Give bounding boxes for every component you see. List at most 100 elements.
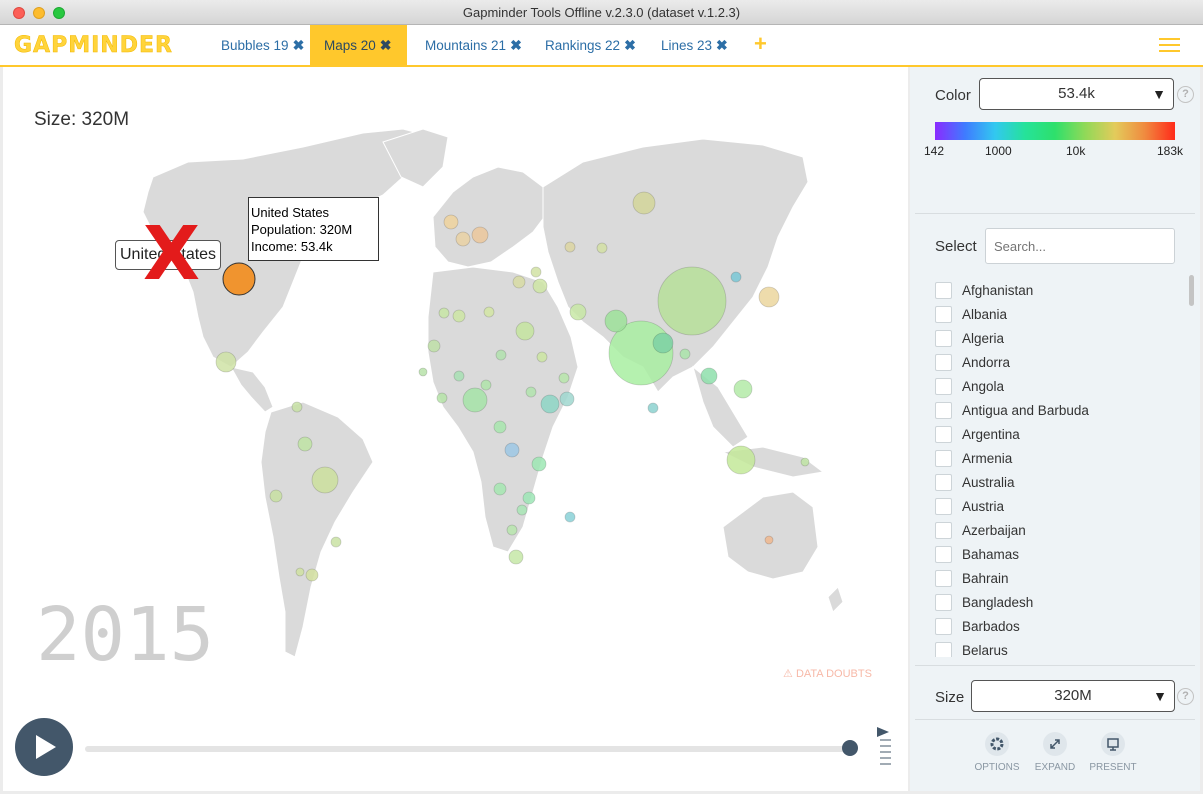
add-tab-icon[interactable]: + bbox=[754, 31, 767, 57]
size-dropdown[interactable]: 320M ▼ bbox=[971, 680, 1175, 712]
close-tab-icon[interactable]: ✖ bbox=[293, 37, 305, 53]
expand-icon bbox=[1043, 732, 1067, 756]
tab-rankings[interactable]: Rankings 22 ✖ bbox=[531, 25, 650, 65]
country-checkbox[interactable] bbox=[935, 378, 952, 395]
remove-label-icon[interactable]: X bbox=[143, 217, 200, 291]
side-panel: Color 53.4k ▼ ? 142 1000 10k 183k Select… bbox=[910, 67, 1200, 791]
country-item[interactable]: Afghanistan bbox=[934, 279, 1184, 303]
tab-lines[interactable]: Lines 23 ✖ bbox=[647, 25, 742, 65]
window-title: Gapminder Tools Offline v.2.3.0 (dataset… bbox=[462, 5, 741, 20]
options-label: OPTIONS bbox=[974, 762, 1020, 773]
country-checkbox[interactable] bbox=[935, 426, 952, 443]
close-tab-icon[interactable]: ✖ bbox=[716, 37, 728, 53]
tooltip-income: Income: 53.4k bbox=[251, 239, 333, 254]
country-item[interactable]: Antigua and Barbuda bbox=[934, 399, 1184, 423]
select-label: Select bbox=[935, 238, 977, 255]
color-tick: 183k bbox=[1157, 144, 1184, 158]
play-button[interactable] bbox=[15, 718, 73, 776]
gapminder-logo[interactable]: GAPMINDER bbox=[14, 33, 173, 59]
divider bbox=[915, 213, 1195, 214]
dropdown-arrow-icon: ▼ bbox=[1152, 86, 1166, 102]
color-help-icon[interactable]: ? bbox=[1177, 86, 1194, 103]
play-icon bbox=[36, 735, 56, 759]
country-search-input[interactable] bbox=[985, 228, 1175, 264]
country-list: Afghanistan Albania Algeria Andorra Angola An… bbox=[934, 279, 1184, 657]
close-tab-icon[interactable]: ✖ bbox=[510, 37, 522, 53]
country-checkbox[interactable] bbox=[935, 594, 952, 611]
dropdown-arrow-icon: ▼ bbox=[1153, 688, 1167, 704]
data-doubts-link[interactable]: ⚠ DATA DOUBTS bbox=[783, 667, 872, 680]
timeline-slider[interactable] bbox=[85, 746, 850, 752]
tab-label: Mountains 21 bbox=[425, 38, 507, 53]
menu-icon[interactable] bbox=[1159, 38, 1180, 56]
country-checkbox[interactable] bbox=[935, 330, 952, 347]
country-item[interactable]: Belarus bbox=[934, 639, 1184, 657]
size-help-icon[interactable]: ? bbox=[1177, 688, 1194, 705]
app-header: GAPMINDER Bubbles 19 ✖ Maps 20 ✖ Mountains… bbox=[0, 25, 1203, 67]
bubble-tooltip: United States Population: 320M Income: 5… bbox=[248, 197, 379, 261]
maximize-window-button[interactable] bbox=[53, 7, 65, 19]
tab-label: Bubbles 19 bbox=[221, 38, 289, 53]
country-label: Belarus bbox=[962, 643, 1008, 657]
country-item[interactable]: Azerbaijan bbox=[934, 519, 1184, 543]
country-checkbox[interactable] bbox=[935, 546, 952, 563]
country-item[interactable]: Argentina bbox=[934, 423, 1184, 447]
tooltip-country: United States bbox=[251, 205, 330, 220]
country-checkbox[interactable] bbox=[935, 450, 952, 467]
expand-button[interactable]: EXPAND bbox=[1025, 732, 1085, 773]
country-item[interactable]: Australia bbox=[934, 471, 1184, 495]
present-button[interactable]: PRESENT bbox=[1083, 732, 1143, 773]
country-item[interactable]: Bahamas bbox=[934, 543, 1184, 567]
country-item[interactable]: Barbados bbox=[934, 615, 1184, 639]
list-scrollbar[interactable] bbox=[1189, 275, 1194, 306]
country-checkbox[interactable] bbox=[935, 498, 952, 515]
tab-label: Lines 23 bbox=[661, 38, 713, 53]
close-window-button[interactable] bbox=[13, 7, 25, 19]
country-item[interactable]: Angola bbox=[934, 375, 1184, 399]
country-item[interactable]: Algeria bbox=[934, 327, 1184, 351]
timeline-handle[interactable] bbox=[842, 740, 858, 756]
tab-maps[interactable]: Maps 20 ✖ bbox=[310, 25, 407, 65]
country-label: Albania bbox=[962, 307, 1008, 322]
country-checkbox[interactable] bbox=[935, 618, 952, 635]
country-item[interactable]: Austria bbox=[934, 495, 1184, 519]
size-label: Size bbox=[935, 689, 965, 706]
country-label: Australia bbox=[962, 475, 1015, 490]
close-tab-icon[interactable]: ✖ bbox=[624, 37, 636, 53]
data-doubts-label: DATA DOUBTS bbox=[795, 668, 872, 680]
divider bbox=[915, 719, 1195, 720]
gear-icon bbox=[985, 732, 1009, 756]
color-tick: 10k bbox=[1066, 144, 1086, 158]
country-label: Bangladesh bbox=[962, 595, 1034, 610]
tab-bubbles[interactable]: Bubbles 19 ✖ bbox=[207, 25, 318, 65]
close-tab-icon[interactable]: ✖ bbox=[380, 37, 392, 53]
color-dropdown[interactable]: 53.4k ▼ bbox=[979, 78, 1174, 110]
tab-label: Rankings 22 bbox=[545, 38, 621, 53]
country-item[interactable]: Bahrain bbox=[934, 567, 1184, 591]
country-checkbox[interactable] bbox=[935, 522, 952, 539]
color-legend-bar[interactable] bbox=[935, 122, 1175, 140]
present-label: PRESENT bbox=[1089, 762, 1137, 773]
country-label: Antigua and Barbuda bbox=[962, 403, 1089, 418]
country-checkbox[interactable] bbox=[935, 282, 952, 299]
country-checkbox[interactable] bbox=[935, 474, 952, 491]
options-button[interactable]: OPTIONS bbox=[967, 732, 1027, 773]
country-checkbox[interactable] bbox=[935, 306, 952, 323]
country-checkbox[interactable] bbox=[935, 642, 952, 657]
country-checkbox[interactable] bbox=[935, 402, 952, 419]
minimize-window-button[interactable] bbox=[33, 7, 45, 19]
country-item[interactable]: Armenia bbox=[934, 447, 1184, 471]
country-item[interactable]: Bangladesh bbox=[934, 591, 1184, 615]
speed-control-icon[interactable] bbox=[874, 727, 892, 765]
country-label: Algeria bbox=[962, 331, 1005, 346]
country-label: Argentina bbox=[962, 427, 1020, 442]
tab-label: Maps 20 bbox=[324, 38, 376, 53]
country-item[interactable]: Andorra bbox=[934, 351, 1184, 375]
tab-mountains[interactable]: Mountains 21 ✖ bbox=[411, 25, 536, 65]
country-checkbox[interactable] bbox=[935, 354, 952, 371]
country-label: Austria bbox=[962, 499, 1005, 514]
map-chart-area: Size: 320M United States X United States… bbox=[3, 67, 908, 791]
presentation-icon bbox=[1101, 732, 1125, 756]
country-checkbox[interactable] bbox=[935, 570, 952, 587]
country-item[interactable]: Albania bbox=[934, 303, 1184, 327]
